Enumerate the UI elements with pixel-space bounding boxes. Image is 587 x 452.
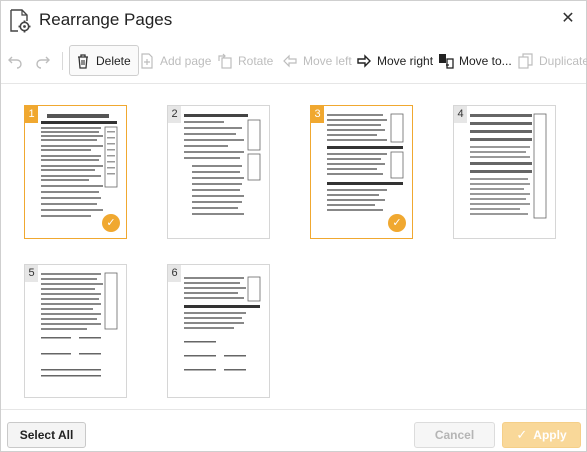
page-thumbnail[interactable]: 2 [167, 105, 270, 239]
page-number-badge: 6 [168, 265, 181, 282]
apply-label: Apply [533, 428, 567, 442]
page-thumbnail[interactable]: 1 ✓ [24, 105, 127, 239]
selected-check-icon: ✓ [388, 214, 406, 232]
page-thumbnail[interactable]: 4 [453, 105, 556, 239]
footer-divider [1, 409, 586, 410]
cancel-label: Cancel [434, 428, 475, 442]
move-to-icon [439, 53, 454, 69]
add-page-button[interactable]: Add page [139, 45, 211, 76]
rotate-button[interactable]: Rotate [217, 45, 273, 76]
redo-button[interactable] [35, 45, 51, 76]
page-thumbnail[interactable]: 3 ✓ [310, 105, 413, 239]
move-to-button[interactable]: Move to... [438, 45, 512, 76]
rearrange-pages-dialog: Rearrange Pages ✕ Delete Add page Rotate… [0, 0, 587, 452]
page-number-badge: 4 [454, 106, 467, 123]
move-right-button[interactable]: Move right [356, 45, 433, 76]
selected-check-icon: ✓ [102, 214, 120, 232]
undo-icon [8, 56, 22, 69]
move-left-button[interactable]: Move left [282, 45, 352, 76]
move-to-label: Move to... [459, 53, 512, 68]
delete-label: Delete [96, 53, 131, 68]
redo-icon [36, 56, 50, 69]
move-left-label: Move left [303, 53, 352, 68]
page-number-badge: 3 [311, 106, 324, 123]
page-preview [41, 272, 118, 377]
cancel-button[interactable]: Cancel [414, 422, 495, 448]
close-button[interactable]: ✕ [558, 9, 578, 29]
toolbar: Delete Add page Rotate Move left Move ri… [1, 45, 587, 79]
add-page-label: Add page [160, 53, 212, 68]
undo-button[interactable] [7, 45, 23, 76]
rotate-icon [218, 53, 232, 69]
page-preview [184, 114, 261, 215]
page-number-badge: 2 [168, 106, 181, 123]
arrow-right-icon [357, 53, 371, 68]
document-settings-icon [10, 9, 31, 33]
trash-icon [78, 53, 88, 69]
dialog-header: Rearrange Pages ✕ [1, 1, 586, 41]
add-page-icon [141, 52, 153, 69]
dialog-title: Rearrange Pages [39, 10, 173, 29]
page-preview [470, 113, 547, 219]
move-right-label: Move right [377, 53, 434, 68]
page-preview [184, 276, 261, 371]
page-number-badge: 5 [25, 265, 38, 282]
page-thumbnail[interactable]: 6 [167, 264, 270, 398]
toolbar-separator [62, 52, 63, 70]
duplicate-button[interactable]: Duplicate [518, 45, 587, 76]
duplicate-label: Duplicate [539, 53, 587, 68]
page-thumbnail[interactable]: 5 [24, 264, 127, 398]
select-all-button[interactable]: Select All [7, 422, 86, 448]
arrow-left-icon [283, 54, 297, 67]
pages-grid: 1 ✓ 2 3 ✓ 4 5 6 [1, 84, 586, 409]
page-number-badge: 1 [25, 106, 38, 123]
rotate-label: Rotate [238, 53, 274, 68]
apply-button[interactable]: ✓ Apply [502, 422, 581, 448]
select-all-label: Select All [19, 428, 74, 442]
close-icon: ✕ [561, 10, 575, 27]
duplicate-icon [518, 52, 533, 69]
check-icon: ✓ [516, 427, 528, 442]
delete-button[interactable]: Delete [69, 45, 139, 76]
